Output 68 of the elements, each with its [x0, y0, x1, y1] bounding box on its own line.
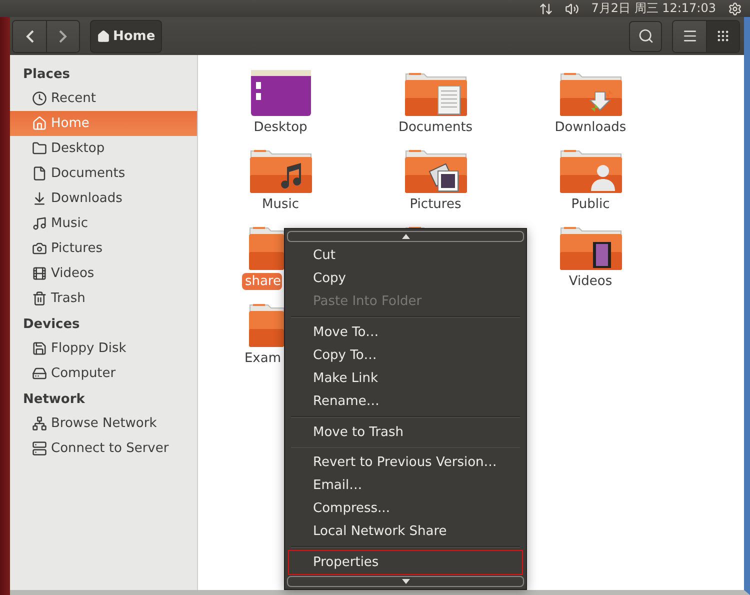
- menu-item[interactable]: Email…: [289, 474, 522, 498]
- menu-item[interactable]: Move To…: [289, 320, 522, 344]
- menu-item[interactable]: Compress...: [289, 497, 522, 520]
- settings-icon[interactable]: [728, 2, 742, 16]
- down-arrow-icon: [402, 579, 410, 584]
- sidebar-item[interactable]: Connect to Server: [10, 436, 197, 461]
- file-name[interactable]: Desktop: [250, 119, 312, 136]
- camera-icon: [32, 241, 47, 256]
- clock-icon: [32, 91, 47, 106]
- sidebar-item[interactable]: Desktop: [10, 136, 197, 161]
- sidebar-item[interactable]: Documents: [10, 161, 197, 186]
- home-icon: [97, 30, 110, 42]
- back-icon: [26, 30, 34, 42]
- file-name[interactable]: Videos: [564, 273, 616, 290]
- file-name[interactable]: Exam: [241, 350, 282, 367]
- menu-item[interactable]: Copy: [289, 266, 522, 290]
- search-button[interactable]: [629, 20, 662, 52]
- menu-item[interactable]: Local Network Share: [289, 520, 522, 544]
- sidebar-item[interactable]: Browse Network: [10, 411, 197, 436]
- sidebar-heading: Network: [22, 391, 86, 409]
- sidebar-item[interactable]: Computer: [10, 361, 197, 386]
- list-view-button[interactable]: [673, 20, 706, 52]
- sidebar-item[interactable]: Trash: [10, 286, 197, 311]
- network-icon: [32, 416, 47, 431]
- clock[interactable]: 7月2日 周三 12:17:03: [591, 0, 716, 17]
- menu-item[interactable]: Copy To…: [289, 344, 522, 367]
- list-icon: [682, 28, 698, 44]
- desktop-folder-icon: [248, 68, 312, 116]
- sidebar-item[interactable]: Music: [10, 211, 197, 236]
- film-icon: [32, 266, 47, 281]
- menu-item[interactable]: Revert to Previous Version…: [289, 451, 522, 474]
- sidebar-heading: Devices: [22, 316, 81, 334]
- file-name[interactable]: Music: [258, 196, 303, 213]
- grid-icon: [716, 29, 730, 43]
- file-name[interactable]: Public: [567, 196, 614, 213]
- menu-item[interactable]: Cut: [289, 244, 522, 267]
- home-icon: [32, 116, 47, 131]
- menu-item[interactable]: Move to Trash: [289, 420, 522, 444]
- sidebar-item[interactable]: Floppy Disk: [10, 336, 197, 361]
- folder-icon: [32, 141, 47, 156]
- sidebar-item[interactable]: Recent: [10, 86, 197, 111]
- download-icon: [32, 191, 47, 206]
- grid-view-button[interactable]: [706, 20, 739, 52]
- file-name[interactable]: Documents: [394, 119, 477, 136]
- sidebar-item[interactable]: Pictures: [10, 236, 197, 261]
- trash-icon: [32, 291, 47, 306]
- sidebar-heading: Places: [22, 66, 72, 84]
- search-icon: [638, 28, 654, 44]
- up-down-arrows-icon[interactable]: [539, 2, 554, 16]
- menu-item[interactable]: Make Link: [289, 366, 522, 390]
- scroll-up-button[interactable]: [287, 231, 524, 242]
- forward-icon: [59, 30, 67, 42]
- up-arrow-icon: [402, 234, 410, 239]
- menu-item[interactable]: Rename…: [289, 390, 522, 413]
- music-icon: [32, 216, 47, 231]
- path-button[interactable]: Home: [90, 20, 162, 52]
- file-name[interactable]: Pictures: [406, 196, 466, 213]
- volume-icon[interactable]: [565, 2, 580, 16]
- file-name[interactable]: Downloads: [550, 119, 630, 136]
- document-icon: [32, 166, 47, 181]
- scroll-down-button[interactable]: [287, 576, 524, 588]
- forward-button[interactable]: [46, 20, 79, 52]
- drive-icon: [32, 366, 47, 381]
- back-button[interactable]: [13, 20, 46, 52]
- menu-item[interactable]: Properties: [289, 551, 522, 574]
- sidebar-item[interactable]: Videos: [10, 261, 197, 286]
- server-icon: [32, 441, 47, 456]
- sidebar-item[interactable]: Downloads: [10, 186, 197, 211]
